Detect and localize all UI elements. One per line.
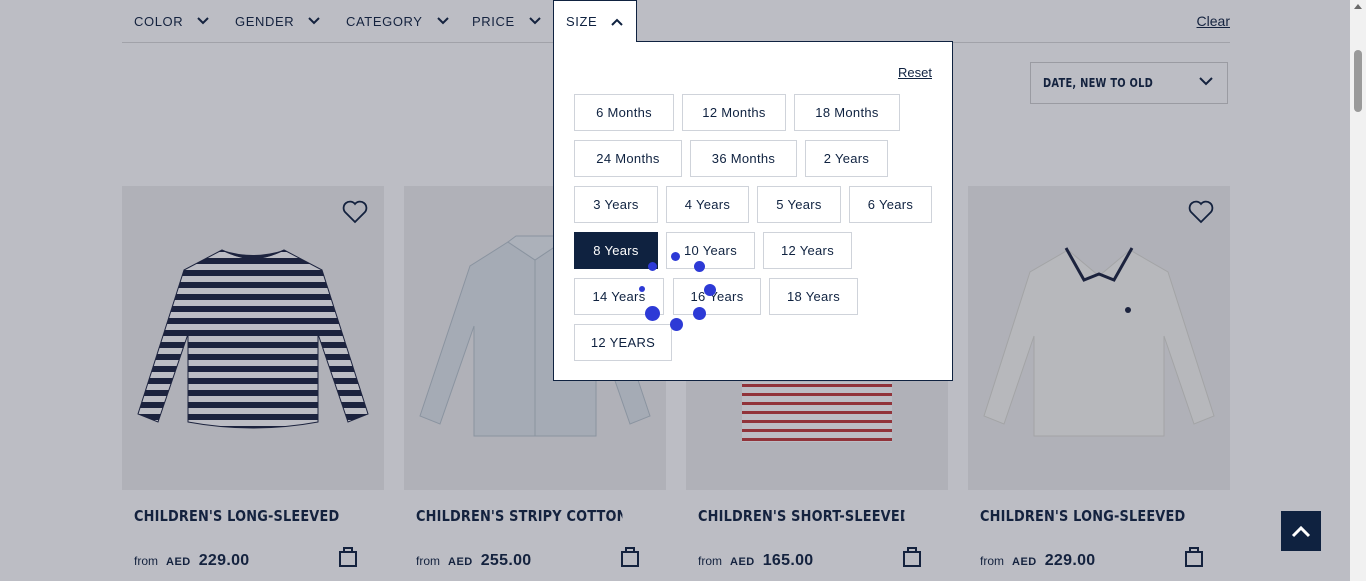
size-option[interactable]: 18 Years bbox=[769, 278, 858, 315]
click-dot bbox=[645, 306, 660, 321]
size-option[interactable]: 12 Months bbox=[682, 94, 786, 131]
size-option[interactable]: 6 Years bbox=[849, 186, 932, 223]
shopping-bag-icon[interactable] bbox=[1184, 544, 1204, 568]
filter-color[interactable]: COLOR bbox=[134, 0, 209, 42]
size-option[interactable]: 2 Years bbox=[805, 140, 888, 177]
click-dot bbox=[671, 252, 680, 261]
filter-gender[interactable]: GENDER bbox=[235, 0, 320, 42]
price-currency: AED bbox=[1012, 556, 1037, 568]
shopping-bag-icon[interactable] bbox=[620, 544, 640, 568]
click-dot bbox=[704, 284, 716, 296]
size-option[interactable]: 12 YEARS bbox=[574, 324, 672, 361]
chevron-up-icon bbox=[1291, 525, 1311, 537]
size-option[interactable]: 12 Years bbox=[763, 232, 852, 269]
price-amount: 165.00 bbox=[762, 552, 814, 569]
size-option[interactable]: 24 Months bbox=[574, 140, 682, 177]
click-dot bbox=[694, 261, 705, 272]
filter-size-label: SIZE bbox=[566, 14, 598, 29]
filter-gender-label: GENDER bbox=[235, 13, 295, 29]
size-option[interactable]: 5 Years bbox=[757, 186, 841, 223]
clear-filters-link[interactable]: Clear bbox=[1197, 13, 1230, 29]
filter-price-label: PRICE bbox=[472, 13, 515, 29]
filter-price[interactable]: PRICE bbox=[472, 0, 541, 42]
filter-category[interactable]: CATEGORY bbox=[346, 0, 449, 42]
product-title[interactable]: CHILDREN'S LONG-SLEEVED STRIP... bbox=[134, 507, 340, 525]
price-from-label: from bbox=[134, 554, 158, 568]
size-option[interactable]: 6 Months bbox=[574, 94, 674, 131]
striped-tshirt-image bbox=[137, 249, 369, 429]
chevron-up-icon bbox=[611, 18, 624, 26]
heart-icon[interactable] bbox=[342, 200, 368, 224]
product-image[interactable] bbox=[122, 186, 384, 490]
product-title[interactable]: CHILDREN'S STRIPY COTTON SHIRT bbox=[416, 507, 622, 525]
size-option[interactable]: 18 Months bbox=[794, 94, 900, 131]
price-amount: 229.00 bbox=[198, 552, 250, 569]
chevron-down-icon bbox=[197, 17, 209, 25]
shopping-bag-icon[interactable] bbox=[338, 544, 358, 568]
chevron-down-icon bbox=[529, 17, 541, 25]
heart-icon[interactable] bbox=[1188, 200, 1214, 224]
sort-dropdown[interactable]: DATE, NEW TO OLD bbox=[1030, 62, 1228, 104]
size-option[interactable]: 4 Years bbox=[666, 186, 749, 223]
product-listing-page: COLOR GENDER CATEGORY PRICE SIZE Clear D… bbox=[0, 0, 1366, 581]
product-price: from AED 255.00 bbox=[416, 552, 531, 570]
shopping-bag-icon[interactable] bbox=[902, 544, 922, 568]
price-from-label: from bbox=[416, 554, 440, 568]
chevron-down-icon bbox=[308, 17, 320, 25]
white-polo-image bbox=[983, 247, 1215, 437]
filter-color-label: COLOR bbox=[134, 13, 184, 29]
click-dot bbox=[693, 307, 706, 320]
click-dot bbox=[648, 262, 657, 271]
page-scrollbar[interactable] bbox=[1350, 0, 1366, 581]
product-title[interactable]: CHILDREN'S LONG-SLEEVED... bbox=[980, 507, 1186, 525]
product-image[interactable] bbox=[968, 186, 1230, 490]
size-option[interactable]: 8 Years bbox=[574, 232, 658, 269]
price-currency: AED bbox=[166, 556, 191, 568]
size-filter-panel: Reset 6 Months 12 Months 18 Months 24 Month… bbox=[553, 41, 953, 381]
size-option[interactable]: 10 Years bbox=[666, 232, 755, 269]
product-price: from AED 229.00 bbox=[134, 552, 249, 570]
size-option[interactable]: 36 Months bbox=[690, 140, 797, 177]
product-price: from AED 229.00 bbox=[980, 552, 1095, 570]
price-currency: AED bbox=[730, 556, 755, 568]
product-title[interactable]: CHILDREN'S SHORT-SLEEVED... bbox=[698, 507, 904, 525]
price-currency: AED bbox=[448, 556, 473, 568]
back-to-top-button[interactable] bbox=[1281, 511, 1321, 551]
filter-category-label: CATEGORY bbox=[346, 13, 423, 29]
filter-bar: COLOR GENDER CATEGORY PRICE SIZE Clear bbox=[122, 0, 1230, 43]
filter-size[interactable]: SIZE bbox=[553, 0, 637, 42]
click-dot bbox=[670, 318, 683, 331]
scroll-up-arrow-icon[interactable] bbox=[1354, 4, 1362, 9]
reset-size-link[interactable]: Reset bbox=[898, 65, 932, 80]
size-option[interactable]: 3 Years bbox=[574, 186, 658, 223]
chevron-down-icon bbox=[1199, 77, 1213, 86]
price-from-label: from bbox=[698, 554, 722, 568]
price-from-label: from bbox=[980, 554, 1004, 568]
scrollbar-thumb[interactable] bbox=[1354, 50, 1362, 112]
size-option[interactable]: 16 Years bbox=[673, 278, 761, 315]
price-amount: 255.00 bbox=[480, 552, 532, 569]
chevron-down-icon bbox=[436, 17, 449, 25]
price-amount: 229.00 bbox=[1044, 552, 1096, 569]
product-price: from AED 165.00 bbox=[698, 552, 813, 570]
click-dot bbox=[639, 286, 645, 292]
sort-label: DATE, NEW TO OLD bbox=[1043, 76, 1154, 90]
